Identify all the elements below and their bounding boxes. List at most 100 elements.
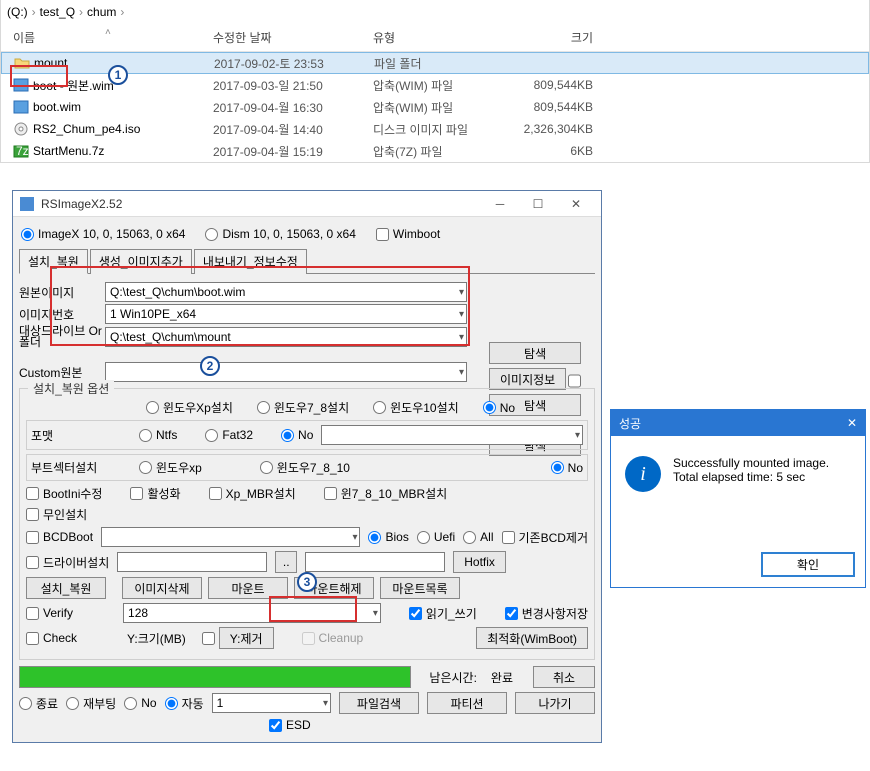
tab-export-edit[interactable]: 내보내기_정보수정: [194, 249, 307, 274]
install-restore-button[interactable]: 설치_복원: [26, 577, 106, 599]
all-radio[interactable]: All: [463, 530, 493, 544]
success-title-bar[interactable]: 성공 ✕: [611, 410, 865, 436]
uefi-radio[interactable]: Uefi: [417, 530, 455, 544]
hotfix-path-input[interactable]: [305, 552, 445, 572]
column-date[interactable]: 수정한 날짜: [213, 29, 373, 46]
spin-combo[interactable]: 1▾: [212, 693, 331, 713]
verify-checkbox[interactable]: Verify: [26, 606, 73, 620]
breadcrumb-root[interactable]: (Q:): [7, 5, 28, 19]
column-type[interactable]: 유형: [373, 29, 493, 46]
chevron-right-icon: ›: [120, 5, 124, 19]
xpmbr-checkbox[interactable]: Xp_MBR설치: [209, 485, 296, 502]
column-size[interactable]: 크기: [493, 29, 613, 46]
column-name[interactable]: 이름˄: [13, 29, 213, 46]
optimize-button[interactable]: 최적화(WimBoot): [476, 627, 588, 649]
driver-browse-button[interactable]: ..: [275, 551, 297, 573]
bcdboot-checkbox[interactable]: BCDBoot: [26, 530, 93, 544]
file-date: 2017-09-04-월 16:30: [213, 99, 373, 116]
wimboot-checkbox[interactable]: Wimboot: [376, 227, 440, 241]
mode-row: ImageX 10, 0, 15063, 0 x64 Dism 10, 0, 1…: [19, 223, 595, 245]
keep-bcd-checkbox[interactable]: 기존BCD제거: [502, 529, 589, 546]
target-drive-combo[interactable]: Q:\test_Q\chum\mount▾: [105, 327, 467, 347]
ntfs-radio[interactable]: Ntfs: [139, 428, 177, 442]
image-info-button[interactable]: 이미지정보: [489, 368, 566, 390]
file-type: 압축(WIM) 파일: [373, 77, 493, 94]
y-remove-checkbox[interactable]: Y:제거: [202, 627, 274, 649]
mount-button[interactable]: 마운트: [208, 577, 288, 599]
win78-install-radio[interactable]: 윈도우7_8설치: [257, 399, 349, 416]
driver-install-checkbox[interactable]: 드라이버설치: [26, 554, 109, 571]
unattend-checkbox[interactable]: 무인설치: [26, 506, 87, 523]
format-combo[interactable]: ▾: [321, 425, 583, 445]
win78mbr-checkbox[interactable]: 윈7_8_10_MBR설치: [324, 485, 448, 502]
bios-radio[interactable]: Bios: [368, 530, 408, 544]
file-row[interactable]: boot - 원본.wim 2017-09-03-일 21:50 압축(WIM)…: [1, 74, 869, 96]
close-icon[interactable]: ✕: [847, 416, 857, 430]
no-radio[interactable]: No: [124, 696, 156, 710]
file-search-button[interactable]: 파일검색: [339, 692, 419, 714]
title-bar[interactable]: RSImageX2.52 ─ ☐ ✕: [13, 191, 601, 217]
cancel-button[interactable]: 취소: [533, 666, 595, 688]
bootsec-win78-radio[interactable]: 윈도우7_8_10: [260, 459, 350, 476]
bootsec-no-radio[interactable]: No: [551, 461, 583, 475]
breadcrumb[interactable]: (Q:) › test_Q › chum ›: [1, 0, 869, 24]
annotation-number: 1: [108, 65, 128, 85]
chevron-down-icon: ▾: [373, 608, 378, 619]
tab-create-add[interactable]: 생성_이미지추가: [90, 249, 192, 274]
column-headers: 이름˄ 수정한 날짜 유형 크기: [1, 24, 869, 52]
fat32-radio[interactable]: Fat32: [205, 428, 253, 442]
folder-icon: [14, 55, 30, 71]
file-row[interactable]: RS2_Chum_pe4.iso 2017-09-04-월 14:40 디스크 …: [1, 118, 869, 140]
bootini-checkbox[interactable]: BootIni수정: [26, 485, 102, 502]
success-message-line1: Successfully mounted image.: [673, 456, 829, 470]
bcdboot-combo[interactable]: ▾: [101, 527, 360, 547]
ok-button[interactable]: 확인: [761, 552, 855, 577]
file-row[interactable]: mount 2017-09-02-토 23:53 파일 폴더: [1, 52, 869, 74]
cleanup-checkbox: Cleanup: [302, 631, 364, 645]
minimize-icon[interactable]: ─: [481, 192, 519, 216]
delete-image-button[interactable]: 이미지삭제: [122, 577, 202, 599]
winxp-install-radio[interactable]: 윈도우Xp설치: [146, 399, 233, 416]
custom-source-combo[interactable]: ▾: [105, 362, 467, 382]
mount-list-button[interactable]: 마운트목록: [380, 577, 460, 599]
file-size: 6KB: [493, 144, 613, 158]
iso-icon: [13, 121, 29, 137]
activate-checkbox[interactable]: 활성화: [130, 485, 180, 502]
y-size-combo[interactable]: 128▾: [123, 603, 381, 623]
file-name: boot - 원본.wim: [33, 77, 114, 94]
tabs: 설치_복원 생성_이미지추가 내보내기_정보수정: [19, 249, 595, 274]
file-row[interactable]: boot.wim 2017-09-04-월 16:30 압축(WIM) 파일 8…: [1, 96, 869, 118]
breadcrumb-item[interactable]: chum: [87, 5, 116, 19]
wim-icon: [13, 99, 29, 115]
exit-radio[interactable]: 종료: [19, 695, 58, 712]
browse-button[interactable]: 탐색: [489, 342, 581, 364]
dism-radio[interactable]: Dism 10, 0, 15063, 0 x64: [205, 227, 355, 241]
breadcrumb-item[interactable]: test_Q: [40, 5, 75, 19]
tab-install-restore[interactable]: 설치_복원: [19, 249, 88, 274]
y-remove-button[interactable]: Y:제거: [219, 627, 274, 649]
info-icon: i: [625, 456, 661, 492]
driver-path-input[interactable]: [117, 552, 267, 572]
rw-checkbox[interactable]: 읽기_쓰기: [409, 605, 477, 622]
hotfix-button[interactable]: Hotfix: [453, 551, 506, 573]
win10-install-radio[interactable]: 윈도우10설치: [373, 399, 459, 416]
image-number-combo[interactable]: 1 Win10PE_x64▾: [105, 304, 467, 324]
chevron-down-icon: ▾: [323, 698, 328, 709]
file-row[interactable]: 7zStartMenu.7z 2017-09-04-월 15:19 압축(7Z)…: [1, 140, 869, 162]
auto-radio[interactable]: 자동: [165, 695, 204, 712]
label-bootsector: 부트섹터설치: [31, 459, 131, 476]
save-changes-checkbox[interactable]: 변경사항저장: [505, 605, 588, 622]
bootsec-xp-radio[interactable]: 윈도우xp: [139, 459, 202, 476]
esd-checkbox[interactable]: ESD: [269, 718, 311, 732]
imagex-radio[interactable]: ImageX 10, 0, 15063, 0 x64: [21, 227, 185, 241]
format-no-radio[interactable]: No: [281, 428, 313, 442]
maximize-icon[interactable]: ☐: [519, 192, 557, 216]
chevron-down-icon: ▾: [459, 309, 464, 320]
exit-button[interactable]: 나가기: [515, 692, 595, 714]
reboot-radio[interactable]: 재부팅: [66, 695, 116, 712]
close-icon[interactable]: ✕: [557, 192, 595, 216]
no-install-radio[interactable]: No: [483, 401, 515, 415]
partition-button[interactable]: 파티션: [427, 692, 507, 714]
check-checkbox[interactable]: Check: [26, 631, 77, 645]
source-image-combo[interactable]: Q:\test_Q\chum\boot.wim▾: [105, 282, 467, 302]
